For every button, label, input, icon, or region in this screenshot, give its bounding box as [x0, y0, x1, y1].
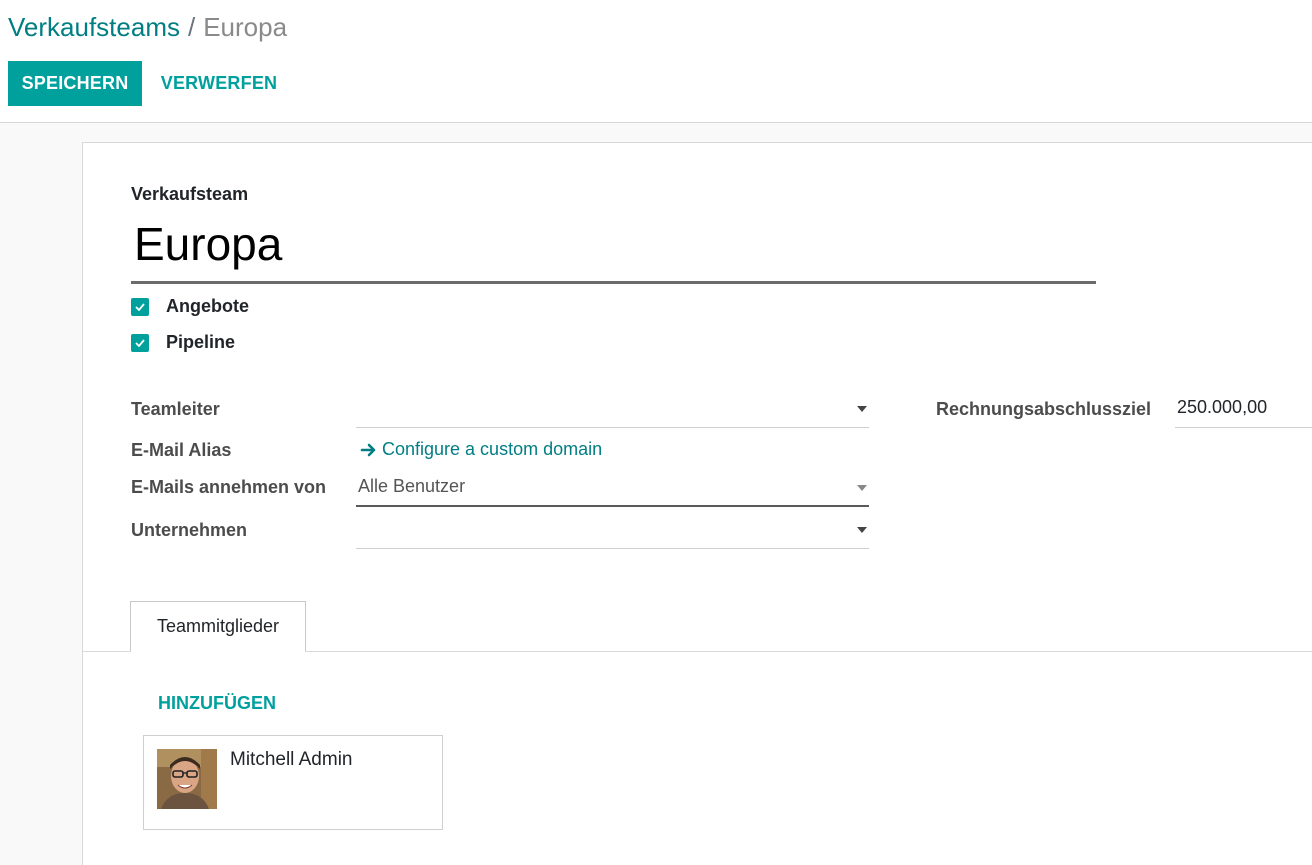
email-alias-label: E-Mail Alias [131, 440, 232, 460]
invoice-target-input[interactable]: 250.000,00 [1175, 391, 1312, 428]
caret-down-icon[interactable] [857, 485, 867, 491]
checkmark-icon[interactable] [131, 333, 149, 352]
breadcrumb: Verkaufsteams / Europa [8, 12, 287, 43]
avatar [157, 749, 217, 809]
breadcrumb-current: Europa [203, 12, 288, 42]
team-name-input[interactable] [131, 213, 1096, 284]
checkbox-label-pipeline: Pipeline [166, 332, 236, 352]
accept-emails-select[interactable]: Alle Benutzer [356, 470, 869, 507]
checkbox-row-quotations[interactable]: Angebote [131, 296, 249, 317]
member-card[interactable]: Mitchell Admin [143, 735, 443, 830]
save-button[interactable]: SPEICHERN [8, 61, 142, 106]
team-leader-label: Teamleiter [131, 399, 220, 419]
checkmark-icon[interactable] [131, 297, 149, 316]
configure-domain-text: Configure a custom domain [382, 439, 603, 459]
arrow-right-icon [360, 442, 378, 458]
company-label: Unternehmen [131, 520, 248, 540]
company-select[interactable] [356, 512, 869, 549]
tab-team-members[interactable]: Teammitglieder [130, 601, 306, 652]
breadcrumb-parent-link[interactable]: Verkaufsteams [8, 12, 180, 42]
control-panel: Verkaufsteams / Europa SPEICHERN VERWERFEN [0, 0, 1312, 123]
caret-down-icon[interactable] [857, 527, 867, 533]
accept-emails-value: Alle Benutzer [358, 476, 466, 496]
discard-button[interactable]: VERWERFEN [148, 61, 290, 106]
team-name-label: Verkaufsteam [131, 184, 249, 204]
breadcrumb-separator: / [187, 12, 196, 42]
invoice-target-label: Rechnungsabschlussziel [936, 399, 1152, 419]
add-member-button[interactable]: HINZUFÜGEN [150, 689, 284, 718]
accept-emails-label: E-Mails annehmen von [131, 477, 327, 497]
form-sheet: Verkaufsteam Angebote Pipeline Teamleite… [82, 142, 1312, 865]
team-leader-select[interactable] [356, 391, 869, 428]
checkbox-row-pipeline[interactable]: Pipeline [131, 332, 235, 353]
member-name: Mitchell Admin [230, 749, 353, 770]
invoice-target-value: 250.000,00 [1177, 397, 1268, 417]
checkbox-label-quotations: Angebote [166, 296, 249, 316]
configure-domain-link[interactable]: Configure a custom domain [360, 439, 602, 460]
caret-down-icon[interactable] [857, 406, 867, 412]
